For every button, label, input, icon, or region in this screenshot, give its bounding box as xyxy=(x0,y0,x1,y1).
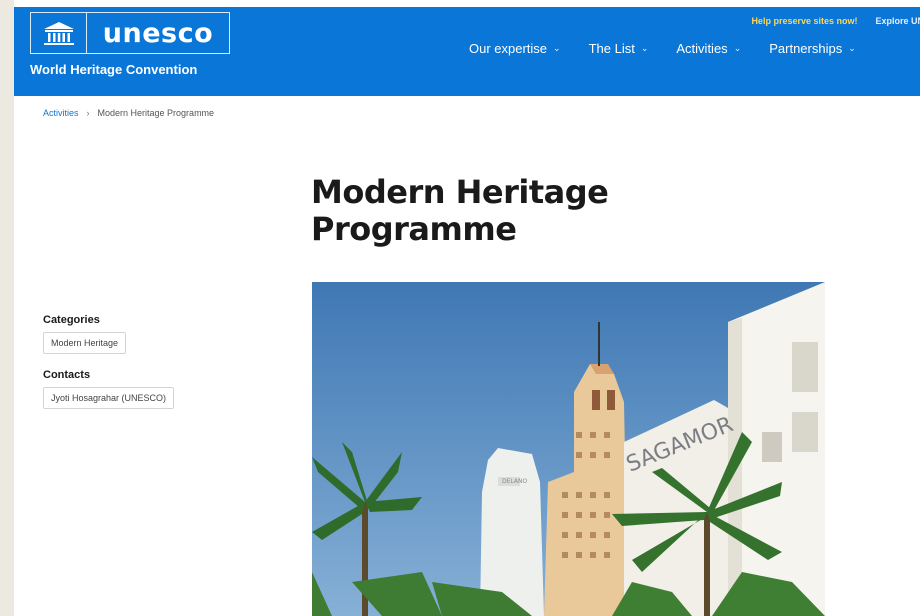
breadcrumb-current: Modern Heritage Programme xyxy=(97,108,215,118)
hotel-sign-small: DELANO xyxy=(502,478,527,485)
category-tag[interactable]: Modern Heritage xyxy=(43,332,127,354)
chevron-down-icon: ⌄ xyxy=(733,43,742,53)
nav-partnerships[interactable]: Partnerships ⌄ xyxy=(769,41,856,56)
explore-link[interactable]: Explore UNE xyxy=(875,16,920,26)
nav-label: Our expertise xyxy=(469,41,548,56)
main-nav: Our expertise ⌄ The List ⌄ Activities ⌄ … xyxy=(469,41,856,56)
unesco-logo[interactable]: unesco xyxy=(30,12,230,54)
temple-icon xyxy=(31,13,87,53)
top-links: Help preserve sites now! Explore UNE xyxy=(751,16,920,26)
chevron-right-icon: › xyxy=(86,108,90,118)
chevron-down-icon: ⌄ xyxy=(640,43,649,53)
nav-label: Activities xyxy=(676,41,728,56)
contacts-heading: Contacts xyxy=(43,369,91,381)
contact-tag[interactable]: Jyoti Hosagrahar (UNESCO) xyxy=(43,387,175,409)
nav-activities[interactable]: Activities ⌄ xyxy=(676,41,741,56)
categories-heading: Categories xyxy=(43,314,100,326)
sidebar: Categories Modern Heritage Contacts Jyot… xyxy=(43,314,243,409)
page: unesco World Heritage Convention Help pr… xyxy=(14,0,920,616)
nav-our-expertise[interactable]: Our expertise ⌄ xyxy=(469,41,561,56)
breadcrumb: Activities › Modern Heritage Programme xyxy=(43,108,214,118)
convention-title[interactable]: World Heritage Convention xyxy=(30,62,197,77)
chevron-down-icon: ⌄ xyxy=(553,43,561,53)
nav-label: The List xyxy=(588,41,635,56)
hero-image: DELANO SAGAMOR xyxy=(312,282,825,616)
chevron-down-icon: ⌄ xyxy=(848,43,856,53)
nav-label: Partnerships xyxy=(769,41,843,56)
help-preserve-link[interactable]: Help preserve sites now! xyxy=(751,16,857,26)
breadcrumb-activities[interactable]: Activities xyxy=(43,108,79,118)
nav-the-list[interactable]: The List ⌄ xyxy=(589,41,649,56)
page-title: Modern Heritage Programme xyxy=(311,173,609,248)
site-header: unesco World Heritage Convention Help pr… xyxy=(14,7,920,96)
logo-wordmark: unesco xyxy=(102,17,214,49)
